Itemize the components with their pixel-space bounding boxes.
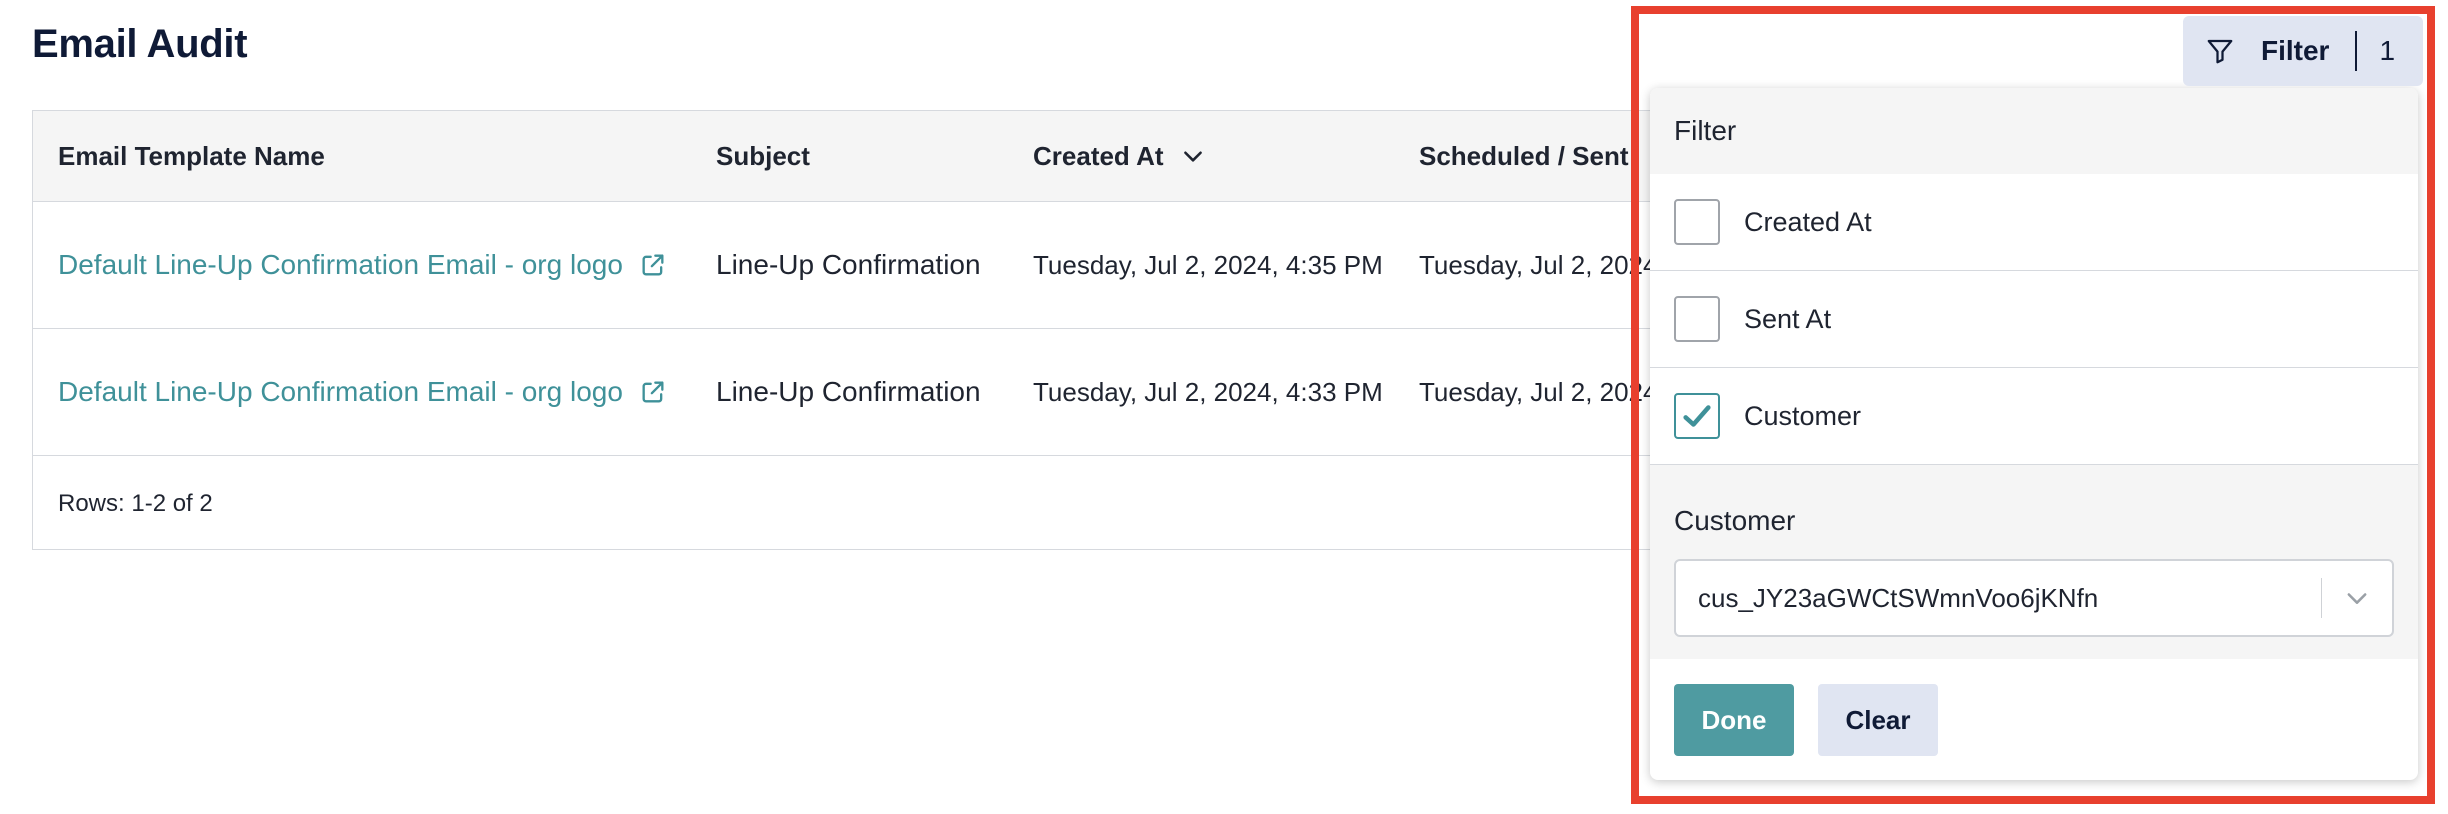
template-link[interactable]: Default Line-Up Confirmation Email - org… [58,202,667,328]
row-count: Rows: 1-2 of 2 [58,490,213,517]
external-link-icon[interactable] [639,251,667,279]
subject-cell: Line-Up Confirmation [716,376,981,407]
column-header-subject[interactable]: Subject [716,111,810,201]
template-link-label: Default Line-Up Confirmation Email - org… [58,376,623,407]
scheduled-sent-cell: Tuesday, Jul 2, 2024, [1419,376,1665,407]
column-header-created-at[interactable]: Created At [1033,111,1206,201]
subject-cell: Line-Up Confirmation [716,249,981,280]
column-header-created-at-label: Created At [1033,140,1164,171]
created-at-cell: Tuesday, Jul 2, 2024, 4:33 PM [1033,376,1383,407]
filter-count-badge: 1 [2379,35,2396,66]
filter-option-label: Created At [1744,206,1872,237]
page-title: Email Audit [32,22,248,66]
scheduled-sent-cell: Tuesday, Jul 2, 2024, [1419,249,1665,280]
created-at-checkbox[interactable] [1674,199,1720,245]
customer-checkbox[interactable] [1674,393,1720,439]
checkmark-icon [1683,405,1711,427]
template-link-label: Default Line-Up Confirmation Email - org… [58,249,623,280]
customer-filter-section: Customer cus_JY23aGWCtSWmnVoo6jKNfn [1650,465,2418,659]
filter-option-sent-at[interactable]: Sent At [1650,271,2418,368]
filter-button-divider [2355,31,2358,71]
filter-option-created-at[interactable]: Created At [1650,174,2418,271]
chevron-down-icon [2347,593,2367,604]
filter-panel: Filter Created At Sent At Customer Custo… [1650,88,2418,780]
column-header-template-name[interactable]: Email Template Name [58,111,325,201]
filter-option-customer[interactable]: Customer [1650,368,2418,465]
filter-button-label: Filter [2261,35,2330,66]
done-button[interactable]: Done [1674,684,1794,756]
template-link[interactable]: Default Line-Up Confirmation Email - org… [58,329,667,455]
filter-panel-actions: Done Clear [1674,684,1938,756]
customer-select[interactable]: cus_JY23aGWCtSWmnVoo6jKNfn [1674,559,2394,637]
filter-option-label: Sent At [1744,303,1832,334]
filter-option-label: Customer [1744,400,1862,431]
funnel-icon [2207,39,2233,64]
column-header-scheduled-sent[interactable]: Scheduled / Sent [1419,111,1629,201]
external-link-icon[interactable] [639,378,667,406]
filter-button[interactable]: Filter 1 [2183,16,2423,86]
sent-at-checkbox[interactable] [1674,296,1720,342]
filter-panel-header: Filter [1650,88,2418,174]
select-chevron[interactable] [2322,584,2392,612]
customer-filter-label: Customer [1674,505,1796,536]
clear-button[interactable]: Clear [1818,684,1938,756]
chevron-down-icon[interactable] [1180,143,1206,169]
created-at-cell: Tuesday, Jul 2, 2024, 4:35 PM [1033,249,1383,280]
customer-select-value: cus_JY23aGWCtSWmnVoo6jKNfn [1698,582,2099,613]
